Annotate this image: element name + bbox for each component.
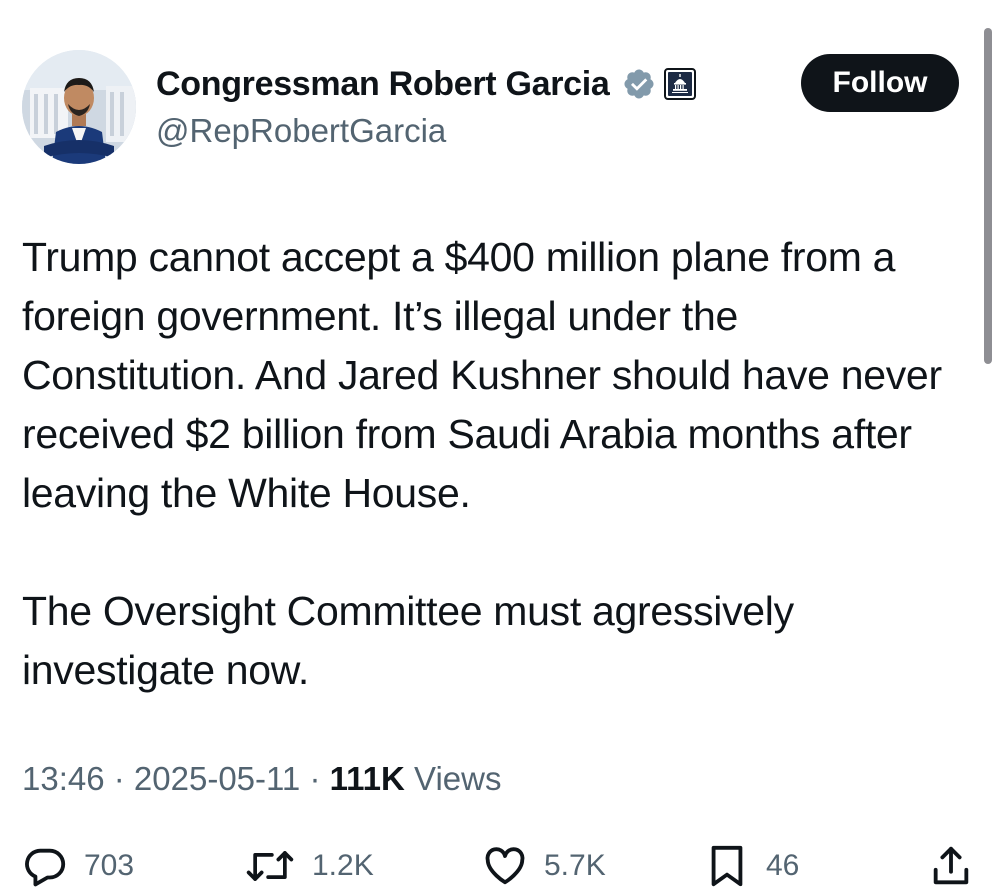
bookmark-count: 46 (766, 849, 800, 882)
views-count[interactable]: 111K (330, 760, 405, 797)
scrollbar[interactable] (984, 28, 992, 364)
heart-icon (485, 847, 525, 885)
bookmark-icon (711, 845, 743, 887)
author-handle[interactable]: @RepRobertGarcia (156, 112, 446, 150)
meta-separator: · (104, 760, 134, 797)
tweet-time[interactable]: 13:46 (22, 760, 105, 797)
bookmark-button[interactable]: 46 (704, 838, 799, 894)
tweet-date[interactable]: 2025-05-11 (134, 760, 300, 797)
repost-button[interactable]: 1.2K (244, 838, 374, 894)
meta-separator: · (300, 760, 330, 797)
like-count: 5.7K (544, 849, 606, 882)
capitol-dome-icon[interactable] (663, 68, 696, 100)
avatar-photo (22, 50, 136, 164)
tweet-paragraph: Trump cannot accept a $400 million plane… (22, 234, 942, 516)
action-bar: 703 1.2K 5.7K 46 (0, 838, 1000, 894)
tweet-metadata: 13:46 · 2025-05-11 · 111K Views (22, 760, 501, 798)
author-name-row: Congressman Robert Garcia (156, 62, 696, 106)
follow-button[interactable]: Follow (801, 54, 959, 112)
reply-count: 703 (84, 849, 135, 882)
avatar[interactable] (22, 50, 136, 164)
author-display-name[interactable]: Congressman Robert Garcia (156, 65, 610, 104)
views-label: Views (404, 760, 502, 797)
like-button[interactable]: 5.7K (482, 838, 606, 894)
share-icon (933, 846, 969, 885)
tweet-paragraph: The Oversight Committee must agressively… (22, 588, 794, 693)
reply-button[interactable]: 703 (22, 838, 134, 894)
share-button[interactable] (928, 838, 974, 894)
reply-icon (25, 848, 66, 887)
verified-badge-icon[interactable] (622, 67, 656, 101)
repost-count: 1.2K (312, 849, 374, 882)
tweet-text: Trump cannot accept a $400 million plane… (22, 228, 972, 700)
repost-icon (246, 851, 294, 881)
